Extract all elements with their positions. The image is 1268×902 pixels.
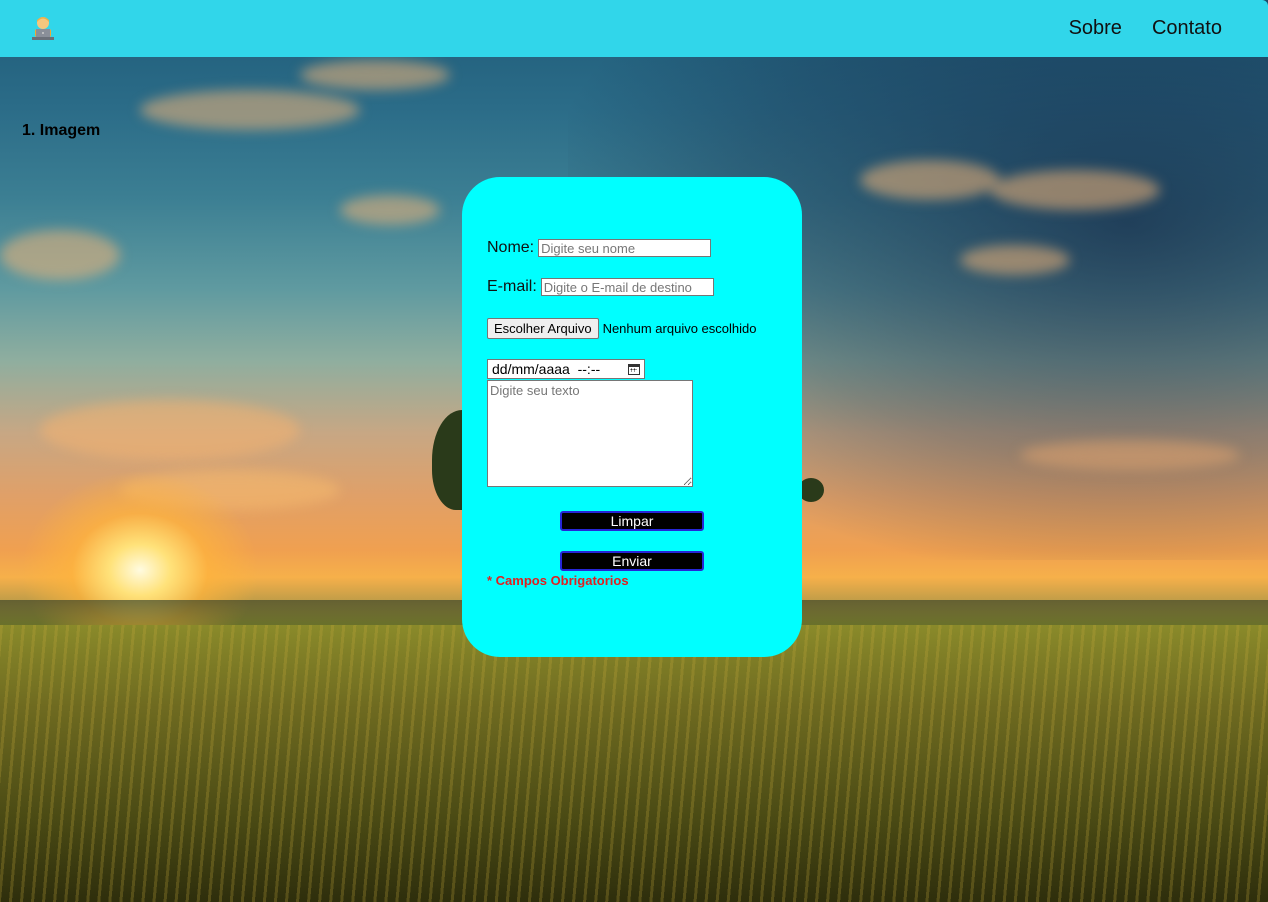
email-row: E-mail:	[487, 278, 714, 296]
name-label: Nome:	[487, 239, 535, 256]
file-status: Nenhum arquivo escolhido	[602, 321, 757, 336]
datetime-value: dd/mm/aaaa --:--	[492, 361, 601, 377]
page-heading: 1. Imagem	[22, 122, 101, 139]
choose-file-button[interactable]: Escolher Arquivo	[487, 318, 599, 339]
datetime-row: dd/mm/aaaa --:--	[487, 359, 645, 379]
required-fields-note: * Campos Obrigatorios	[487, 573, 629, 588]
person-at-laptop-icon[interactable]	[30, 15, 56, 43]
main-nav: Sobre Contato	[1069, 17, 1222, 40]
contact-form: Nome: E-mail: Escolher Arquivo Nenhum ar…	[462, 177, 802, 657]
file-row: Escolher Arquivo Nenhum arquivo escolhid…	[487, 318, 757, 339]
message-textarea[interactable]	[487, 380, 693, 487]
top-navbar: Sobre Contato	[0, 0, 1268, 57]
calendar-icon[interactable]	[628, 363, 640, 375]
email-input[interactable]	[540, 278, 714, 296]
clear-button[interactable]: Limpar	[560, 511, 704, 531]
datetime-input[interactable]: dd/mm/aaaa --:--	[487, 359, 645, 379]
submit-button[interactable]: Enviar	[560, 551, 704, 571]
nav-link-sobre[interactable]: Sobre	[1069, 17, 1122, 40]
email-label: E-mail:	[487, 278, 537, 295]
wheat-field	[0, 625, 1268, 902]
nav-link-contato[interactable]: Contato	[1152, 17, 1222, 40]
name-row: Nome:	[487, 239, 712, 257]
name-input[interactable]	[538, 239, 712, 257]
